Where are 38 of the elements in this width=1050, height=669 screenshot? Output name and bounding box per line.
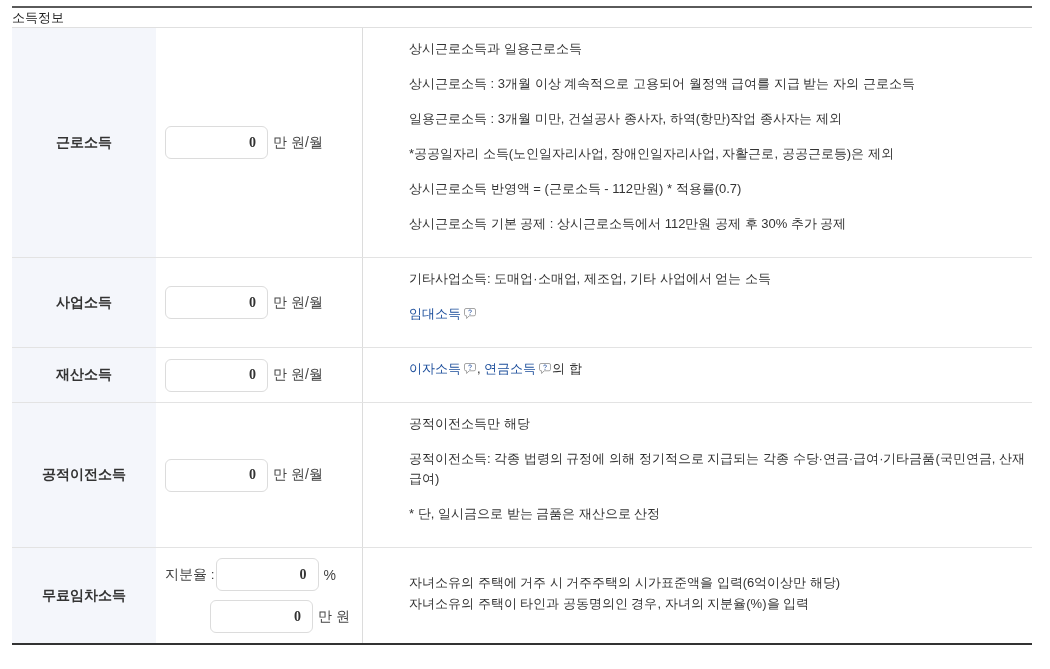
amount-input[interactable]: 0 [165, 458, 268, 492]
amount-input[interactable]: 0 [210, 600, 313, 633]
description-text: * 단, 일시금으로 받는 금품은 재산으로 산정 [409, 505, 662, 523]
description-text: 상시근로소득 : 3개월 이상 계속적으로 고용되어 월정액 급여를 지급 받는 자의 근로소득 [409, 75, 916, 93]
help-link[interactable]: 이자소득 [409, 361, 461, 376]
row-label: 무료임차소득 [42, 586, 126, 605]
row-label: 재산소득 [56, 366, 112, 384]
description-text: 상시근로소득 반영액 = (근로소득 - 112만원) * 적용률(0.7) [409, 180, 743, 198]
amount-input[interactable]: 0 [165, 358, 268, 392]
unit-label: 만 원/월 [273, 133, 323, 152]
unit-label: % [323, 566, 336, 583]
description-text: 자녀소유의 주택에 거주 시 거주주택의 시가표준액을 입력(6억이상만 해당) [409, 573, 842, 592]
unit-label: 만 원/월 [273, 293, 323, 312]
row-label: 공적이전소득 [42, 466, 126, 484]
unit-label: 만 원/월 [273, 366, 323, 384]
description-text: 공적이전소득: 각종 법령의 규정에 의해 정기적으로 지급되는 각종 수당·연금·급여·기타금품(국민연금, 산재 급여) [409, 450, 1027, 488]
description-text: 공적이전소득만 해당 [409, 415, 531, 433]
section-title: 소득정보 [12, 9, 64, 26]
amount-input[interactable]: 0 [165, 126, 268, 159]
description-text: 상시근로소득 기본 공제 : 상시근로소득에서 112만원 공제 후 30% 추가 공제 [409, 215, 848, 233]
help-bubble-icon[interactable] [539, 363, 552, 374]
amount-input[interactable]: 0 [165, 286, 268, 319]
description-text: 일용근로소득 : 3개월 미만, 건설공사 종사자, 하역(항만)작업 종사자는 제외 [409, 110, 843, 128]
row-label: 근로소득 [56, 133, 112, 152]
description-text: 이자소득 , 연금소득 의 합 [409, 360, 583, 378]
unit-label: 만 원 [318, 607, 350, 626]
unit-label: 만 원/월 [273, 466, 323, 484]
field-label: 지분율 : [165, 565, 215, 584]
description-text: 상시근로소득과 일용근로소득 [409, 40, 583, 58]
help-bubble-icon[interactable] [464, 363, 476, 374]
help-link[interactable]: 연금소득 [484, 361, 537, 376]
description-text: 기타사업소득: 도매업·소매업, 제조업, 기타 사업에서 얻는 소득 [409, 270, 772, 288]
description-text: 자녀소유의 주택이 타인과 공동명의인 경우, 자녀의 지분율(%)을 입력 [409, 594, 811, 613]
description-text: *공공일자리 소득(노인일자리사업, 장애인일자리사업, 자활근로, 공공근로등)은 제외 [409, 145, 895, 163]
help-link[interactable]: 임대소득 [409, 306, 461, 321]
row-label: 사업소득 [56, 293, 112, 312]
amount-input[interactable]: 0 [215, 558, 319, 591]
help-bubble-icon[interactable] [464, 308, 476, 319]
